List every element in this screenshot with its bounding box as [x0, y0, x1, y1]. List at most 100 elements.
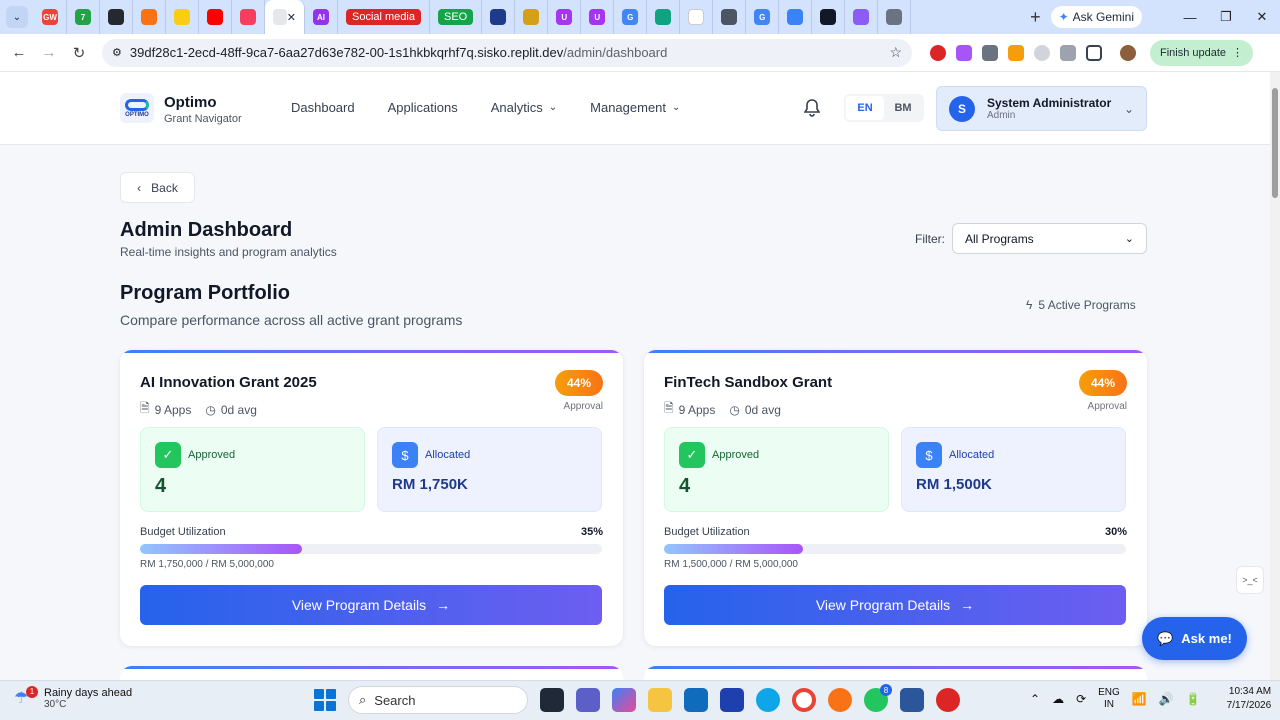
browser-tab[interactable] [812, 0, 846, 34]
task-view-icon[interactable] [540, 688, 564, 712]
chevron-up-icon[interactable]: ⌃ [1030, 692, 1040, 706]
browser-tab[interactable]: G [614, 0, 648, 34]
browser-tab[interactable] [845, 0, 879, 34]
browser-tab[interactable] [878, 0, 912, 34]
url-field[interactable]: ⚙ 39df28c1-2ecd-48ff-9ca7-6aa27d63e782-0… [102, 38, 912, 67]
forward-arrow-icon[interactable]: → [34, 44, 64, 61]
browser-tab[interactable] [133, 0, 166, 34]
extension-camera-icon[interactable] [1060, 44, 1076, 61]
more-vertical-icon: ⋮ [1232, 47, 1244, 59]
browser-tab[interactable] [779, 0, 813, 34]
windows-start-icon[interactable] [314, 689, 336, 711]
lang-en-button[interactable]: EN [846, 96, 884, 120]
page-scrollbar[interactable] [1270, 72, 1280, 680]
view-program-details-button[interactable]: View Program Details → [140, 585, 602, 625]
brand-subtitle: Grant Navigator [164, 113, 242, 125]
new-tab-plus-icon[interactable]: + [1030, 7, 1041, 28]
word-icon[interactable] [900, 688, 924, 712]
close-tab-icon[interactable]: ✕ [287, 11, 296, 24]
lang-bm-button[interactable]: BM [884, 96, 922, 120]
extension-red-icon[interactable] [930, 44, 946, 61]
reload-icon[interactable]: ↻ [64, 44, 94, 62]
browser-tab[interactable] [100, 0, 133, 34]
avg-label: 0d avg [220, 402, 257, 417]
program-filter-select[interactable]: All Programs ⌄ [952, 223, 1147, 254]
bookmark-star-icon[interactable]: ☆ [889, 44, 902, 61]
clock-date: 7/17/2026 [1226, 700, 1272, 711]
copilot-icon[interactable] [612, 688, 636, 712]
acrobat-icon[interactable] [936, 688, 960, 712]
profile-avatar[interactable] [1120, 44, 1136, 61]
back-button[interactable]: ‹ Back [120, 172, 195, 203]
browser-tab[interactable] [166, 0, 199, 34]
nav-management[interactable]: Management ⌄ [590, 100, 680, 115]
tab-face-icon [787, 9, 804, 25]
dollar-icon: $ [916, 442, 942, 468]
chat-bubble-icon: 💬 [1157, 630, 1174, 646]
extension-orange-icon[interactable] [1008, 44, 1024, 61]
browser-tab[interactable]: G [746, 0, 780, 34]
notification-bell-icon[interactable] [803, 99, 821, 122]
extension-purple-icon[interactable] [956, 44, 972, 61]
restore-icon[interactable]: ❐ [1208, 9, 1244, 25]
taskbar-search[interactable]: ⌕ Search [348, 686, 528, 714]
browser-tab[interactable] [232, 0, 265, 34]
browser-tab[interactable] [482, 0, 516, 34]
file-explorer-icon[interactable] [648, 688, 672, 712]
scrollbar-thumb[interactable] [1272, 88, 1278, 198]
teams-icon[interactable] [576, 688, 600, 712]
clock[interactable]: 10:34 AM 7/17/2026 [1227, 685, 1272, 713]
close-window-icon[interactable]: ✕ [1244, 9, 1280, 25]
browser-tab[interactable]: SEO [430, 0, 483, 34]
ask-me-chat-button[interactable]: 💬 Ask me! [1142, 617, 1247, 660]
sync-icon[interactable]: ⟳ [1076, 692, 1086, 706]
chrome-icon[interactable] [792, 688, 816, 712]
browser-tab[interactable] [515, 0, 549, 34]
edge-icon[interactable] [756, 688, 780, 712]
extension-mail-icon[interactable] [982, 44, 998, 61]
claude-icon[interactable] [828, 688, 852, 712]
browser-tab[interactable] [713, 0, 747, 34]
nav-analytics[interactable]: Analytics ⌄ [491, 100, 557, 115]
tab-purple-icon [853, 9, 870, 25]
browser-tab[interactable] [199, 0, 232, 34]
ask-gemini-button[interactable]: ✦ Ask Gemini [1050, 6, 1142, 28]
volume-icon[interactable]: 🔊 [1159, 692, 1174, 706]
site-info-icon[interactable]: ⚙ [112, 46, 122, 59]
optimo-logo[interactable]: OPTIMO [120, 93, 154, 123]
store-icon[interactable] [720, 688, 744, 712]
browser-tab[interactable]: GW [34, 0, 67, 34]
extension-grey-icon[interactable] [1034, 44, 1050, 61]
browser-tab[interactable]: U [548, 0, 582, 34]
approved-value: 4 [679, 475, 691, 497]
outlook-icon[interactable] [684, 688, 708, 712]
browser-tab[interactable]: U [581, 0, 615, 34]
wifi-icon[interactable]: 📶 [1132, 692, 1147, 706]
card-accent-bar [644, 350, 1147, 353]
nav-applications[interactable]: Applications [388, 100, 458, 115]
back-label: Back [151, 180, 178, 195]
side-panel-icon[interactable]: >_< [1236, 566, 1264, 594]
nav-dashboard[interactable]: Dashboard [291, 100, 355, 115]
weather-widget[interactable]: ☂ 1 Rainy days ahead 30°C [14, 685, 132, 710]
battery-icon[interactable]: 🔋 [1186, 692, 1201, 706]
avg-time: ◷ 0d avg [205, 399, 257, 420]
finish-update-button[interactable]: Finish update ⋮ [1150, 39, 1254, 66]
back-arrow-icon[interactable]: ← [4, 44, 34, 61]
browser-tab[interactable]: Social media [338, 0, 430, 34]
extensions-puzzle-icon[interactable] [1086, 44, 1102, 61]
browser-tab[interactable] [647, 0, 681, 34]
browser-tab[interactable]: 7 [67, 0, 100, 34]
tab-search-chevron-icon[interactable]: ⌄ [6, 6, 28, 28]
minimize-icon[interactable]: — [1172, 10, 1208, 25]
browser-tab[interactable]: AI [305, 0, 338, 34]
browser-tab-active[interactable]: ✕ [265, 0, 305, 34]
input-language[interactable]: ENG IN [1098, 687, 1120, 711]
user-menu[interactable]: S System Administrator Admin ⌄ [936, 86, 1147, 131]
whatsapp-icon[interactable]: 8 [864, 684, 892, 712]
view-program-details-button[interactable]: View Program Details → [664, 585, 1126, 625]
browser-tab[interactable] [680, 0, 714, 34]
browser-tab-bar: ⌄ GW 7 ✕ AI Social media SEO U U G G + ✦ Ask Gemi… [0, 0, 1280, 34]
taskbar-apps: ⌕ Search 8 [314, 684, 960, 714]
cloud-icon[interactable]: ☁ [1052, 692, 1064, 706]
